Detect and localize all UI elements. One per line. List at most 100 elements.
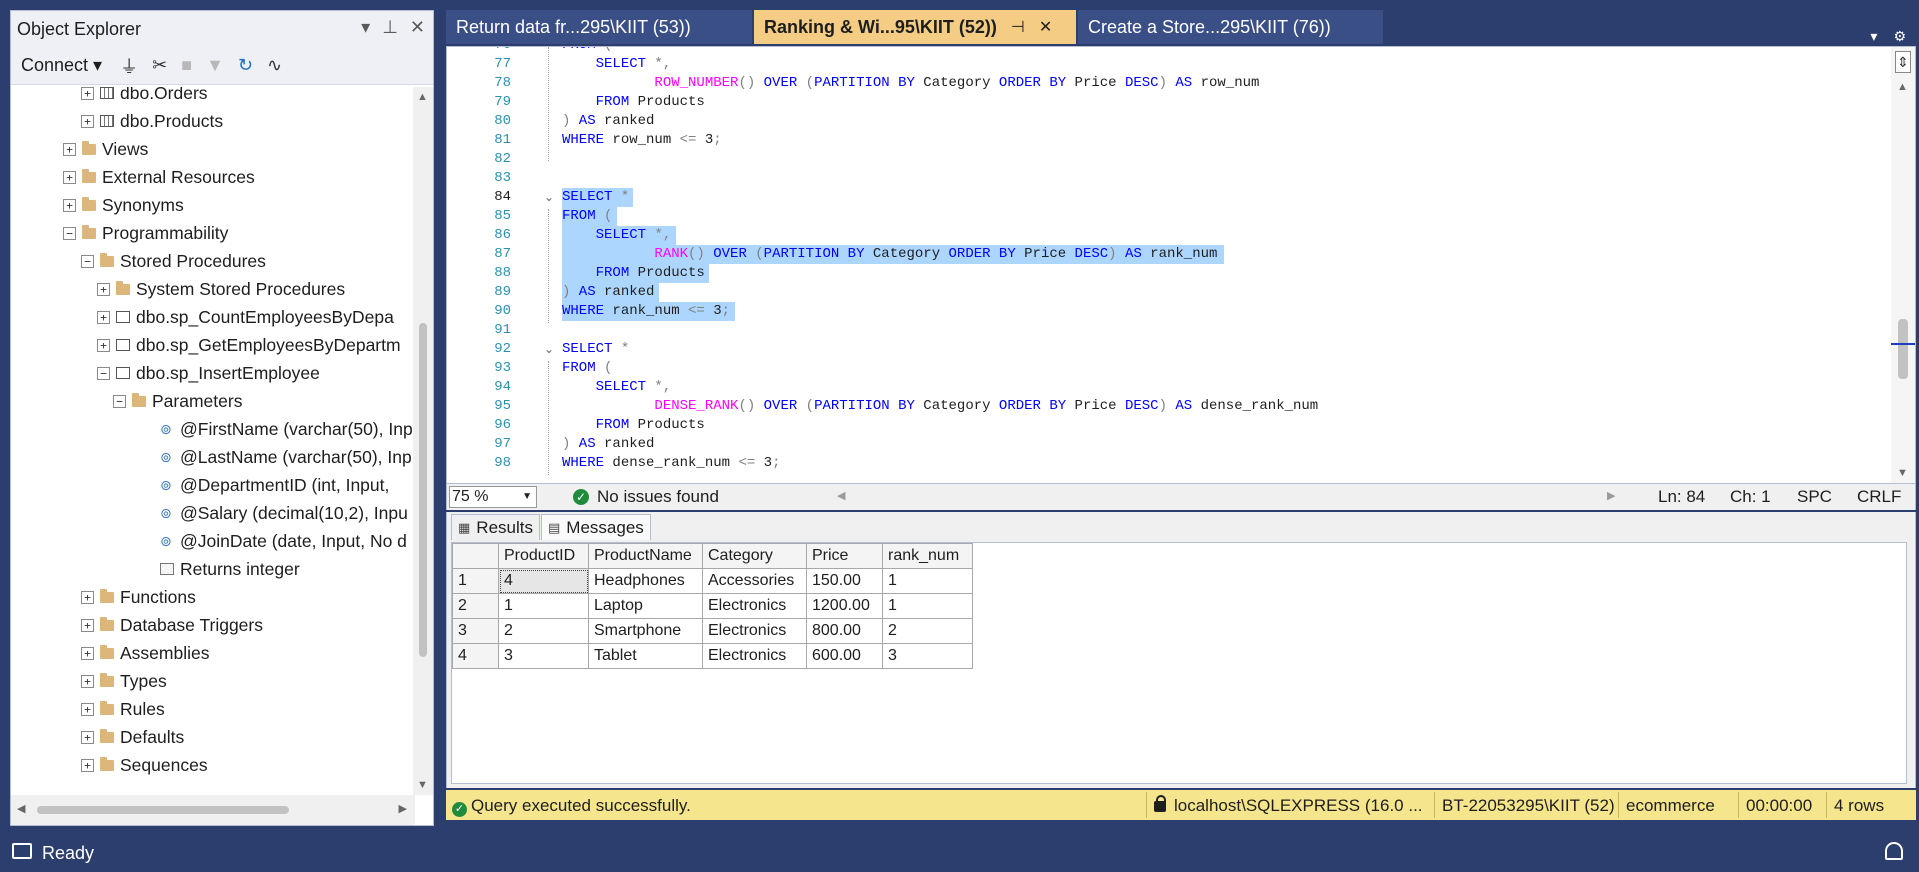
grid-cell[interactable]: Electronics	[702, 618, 807, 644]
code-line[interactable]: WHERE dense_rank_num <= 3;	[562, 454, 780, 473]
notification-bell-icon[interactable]	[1885, 842, 1903, 860]
connect-plug-icon[interactable]: ⏚	[120, 53, 138, 79]
column-header[interactable]: Category	[702, 543, 807, 569]
code-line[interactable]: SELECT *	[562, 188, 629, 207]
grid-cell[interactable]: 4	[498, 568, 589, 594]
expand-icon[interactable]: +	[81, 674, 94, 688]
tree-node[interactable]: ⊚ @DepartmentID (int, Input,	[141, 471, 389, 499]
expand-icon[interactable]: +	[81, 702, 94, 716]
scroll-right-icon[interactable]: ▶	[1607, 489, 1615, 502]
grid-cell[interactable]: Headphones	[588, 568, 703, 594]
collapse-icon[interactable]: −	[97, 366, 110, 380]
whitespace-status[interactable]: SPC	[1797, 487, 1832, 507]
code-line[interactable]: FROM Products	[562, 416, 705, 435]
grid-cell[interactable]: 3	[882, 643, 973, 669]
tree-node[interactable]: + Assemblies	[81, 639, 209, 667]
grid-cell[interactable]: 600.00	[806, 643, 883, 669]
expand-icon[interactable]: +	[81, 590, 94, 604]
scroll-down-icon[interactable]: ▼	[1897, 467, 1908, 479]
table-row[interactable]: 1 4 Headphones Accessories 150.00 1	[452, 568, 973, 594]
stop-icon[interactable]: ■	[181, 55, 192, 76]
grid-cell[interactable]: Tablet	[588, 643, 703, 669]
row-number[interactable]: 2	[452, 593, 499, 619]
tab-return-data[interactable]: Return data fr...295\KIIT (53))	[446, 10, 752, 44]
code-line[interactable]: RANK() OVER (PARTITION BY Category ORDER…	[562, 245, 1217, 264]
tree-node[interactable]: + Synonyms	[63, 191, 184, 219]
grid-cell[interactable]: Electronics	[702, 593, 807, 619]
tab-results[interactable]: ▦ Results	[451, 514, 540, 540]
expand-icon[interactable]: +	[97, 282, 110, 296]
code-line[interactable]: FROM (	[562, 359, 612, 378]
output-message-icon[interactable]	[12, 843, 32, 859]
tab-pin-icon[interactable]: ⊣	[1011, 17, 1025, 37]
tree-node[interactable]: + External Resources	[63, 163, 255, 191]
pin-icon[interactable]: ⊥	[382, 17, 398, 38]
expand-icon[interactable]: +	[81, 87, 94, 100]
row-number[interactable]: 4	[452, 643, 499, 669]
tree-node[interactable]: + dbo.Products	[81, 107, 223, 135]
fold-chevron-icon[interactable]: ⌄	[543, 340, 555, 359]
grid-cell[interactable]: 150.00	[806, 568, 883, 594]
settings-gear-icon[interactable]: ⚙	[1893, 28, 1906, 45]
grid-cell[interactable]: 1	[882, 593, 973, 619]
table-row[interactable]: 3 2 Smartphone Electronics 800.00 2	[452, 618, 973, 644]
close-icon[interactable]: ✕	[410, 17, 425, 38]
grid-cell[interactable]: Laptop	[588, 593, 703, 619]
code-line[interactable]: SELECT *,	[562, 55, 672, 74]
code-line[interactable]: SELECT *,	[562, 226, 672, 245]
grid-cell[interactable]: 1	[882, 568, 973, 594]
column-header[interactable]: ProductName	[588, 543, 703, 569]
fold-chevron-icon[interactable]: ⌄	[543, 188, 555, 207]
tree-node[interactable]: + Rules	[81, 695, 165, 723]
expand-icon[interactable]: +	[97, 310, 110, 324]
tree-node[interactable]: + Types	[81, 667, 167, 695]
grid-cell[interactable]: 800.00	[806, 618, 883, 644]
tab-create-store[interactable]: Create a Store...295\KIIT (76))	[1078, 10, 1383, 44]
code-line[interactable]: ) AS ranked	[562, 283, 654, 302]
window-position-icon[interactable]: ▾	[361, 17, 370, 38]
grid-cell[interactable]: 2	[882, 618, 973, 644]
tab-ranking-window[interactable]: Ranking & Wi...95\KIIT (52)) ⊣ ✕	[754, 10, 1076, 44]
tree-node[interactable]: − Stored Procedures	[81, 247, 266, 275]
tree-node[interactable]: − Programmability	[63, 219, 228, 247]
scroll-down-icon[interactable]: ▼	[417, 779, 428, 791]
tree-node[interactable]: Returns integer	[141, 555, 300, 583]
grid-cell[interactable]: 1200.00	[806, 593, 883, 619]
activity-monitor-icon[interactable]: ∿	[267, 55, 282, 76]
table-row[interactable]: 4 3 Tablet Electronics 600.00 3	[452, 643, 973, 669]
scroll-thumb[interactable]	[419, 323, 427, 657]
tree-node[interactable]: − dbo.sp_InsertEmployee	[97, 359, 320, 387]
sql-editor[interactable]: 76FROM (77 SELECT *,78 ROW_NUMBER() OVER…	[446, 46, 1916, 484]
table-row[interactable]: 2 1 Laptop Electronics 1200.00 1	[452, 593, 973, 619]
zoom-select[interactable]: 75 % ▼	[449, 486, 537, 508]
tree-node[interactable]: + Defaults	[81, 723, 184, 751]
tree-node[interactable]: + System Stored Procedures	[97, 275, 345, 303]
code-line[interactable]: WHERE row_num <= 3;	[562, 131, 722, 150]
tree-node[interactable]: + dbo.sp_CountEmployeesByDepa	[97, 303, 394, 331]
tree-node[interactable]: + Sequences	[81, 751, 208, 779]
scroll-up-icon[interactable]: ▲	[417, 91, 428, 103]
tree-node[interactable]: ⊚ @LastName (varchar(50), Inp	[141, 443, 412, 471]
object-explorer-vertical-scrollbar[interactable]: ▲ ▼	[413, 87, 433, 795]
tree-node[interactable]: + Database Triggers	[81, 611, 263, 639]
grid-cell[interactable]: Accessories	[702, 568, 807, 594]
column-header[interactable]: rank_num	[882, 543, 973, 569]
expand-icon[interactable]: +	[81, 730, 94, 744]
grid-cell[interactable]: 2	[498, 618, 589, 644]
tree-node[interactable]: − Parameters	[113, 387, 242, 415]
results-grid[interactable]: ProductID ProductName Category Price ran…	[452, 543, 973, 669]
tree-node[interactable]: + Functions	[81, 583, 196, 611]
expand-icon[interactable]: +	[81, 618, 94, 632]
issues-indicator[interactable]: ✓ No issues found	[573, 487, 719, 507]
grid-cell[interactable]: Electronics	[702, 643, 807, 669]
scroll-left-icon[interactable]: ◀	[17, 802, 25, 815]
scroll-up-icon[interactable]: ▲	[1897, 81, 1908, 93]
editor-scroll-thumb[interactable]	[1898, 319, 1908, 379]
expand-icon[interactable]: +	[97, 338, 110, 352]
code-line[interactable]: DENSE_RANK() OVER (PARTITION BY Category…	[562, 397, 1318, 416]
row-number-header[interactable]	[452, 543, 499, 569]
code-line[interactable]: FROM Products	[562, 264, 705, 283]
grid-cell[interactable]: 1	[498, 593, 589, 619]
object-explorer-horizontal-scrollbar[interactable]: ◀ ▶	[11, 795, 415, 825]
expand-icon[interactable]: +	[81, 114, 94, 128]
